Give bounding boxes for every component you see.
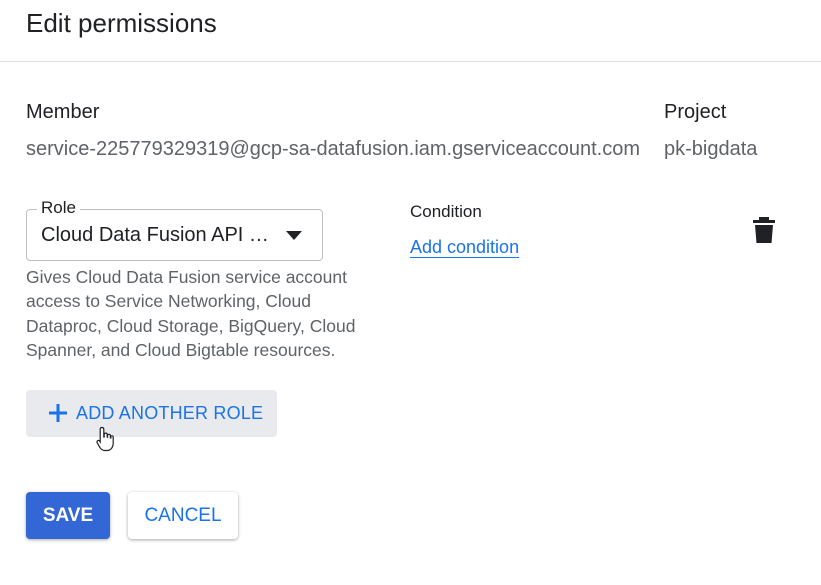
member-value: service-225779329319@gcp-sa-datafusion.i… <box>26 138 640 160</box>
dialog-title: Edit permissions <box>26 8 217 38</box>
role-selected-value: Cloud Data Fusion API Se... <box>41 224 281 246</box>
member-label: Member <box>26 101 100 123</box>
role-label: Role <box>37 198 80 218</box>
project-value: pk-bigdata <box>664 138 758 160</box>
save-button[interactable]: SAVE <box>26 492 110 539</box>
add-condition-link[interactable]: Add condition <box>410 237 519 258</box>
role-description: Gives Cloud Data Fusion service account … <box>26 267 356 360</box>
plus-icon <box>49 404 67 422</box>
cancel-button[interactable]: CANCEL <box>128 492 238 539</box>
condition-label: Condition <box>410 202 482 221</box>
hand-cursor-icon <box>96 426 114 452</box>
role-select[interactable]: Role Cloud Data Fusion API Se... <box>26 198 323 261</box>
dialog-header: Edit permissions <box>0 0 821 62</box>
project-label: Project <box>664 101 727 123</box>
triangle-down-icon[interactable] <box>286 231 302 240</box>
add-another-role-button[interactable]: ADD ANOTHER ROLE <box>26 390 277 437</box>
add-another-role-label: ADD ANOTHER ROLE <box>76 403 264 423</box>
trash-icon[interactable] <box>752 216 776 244</box>
